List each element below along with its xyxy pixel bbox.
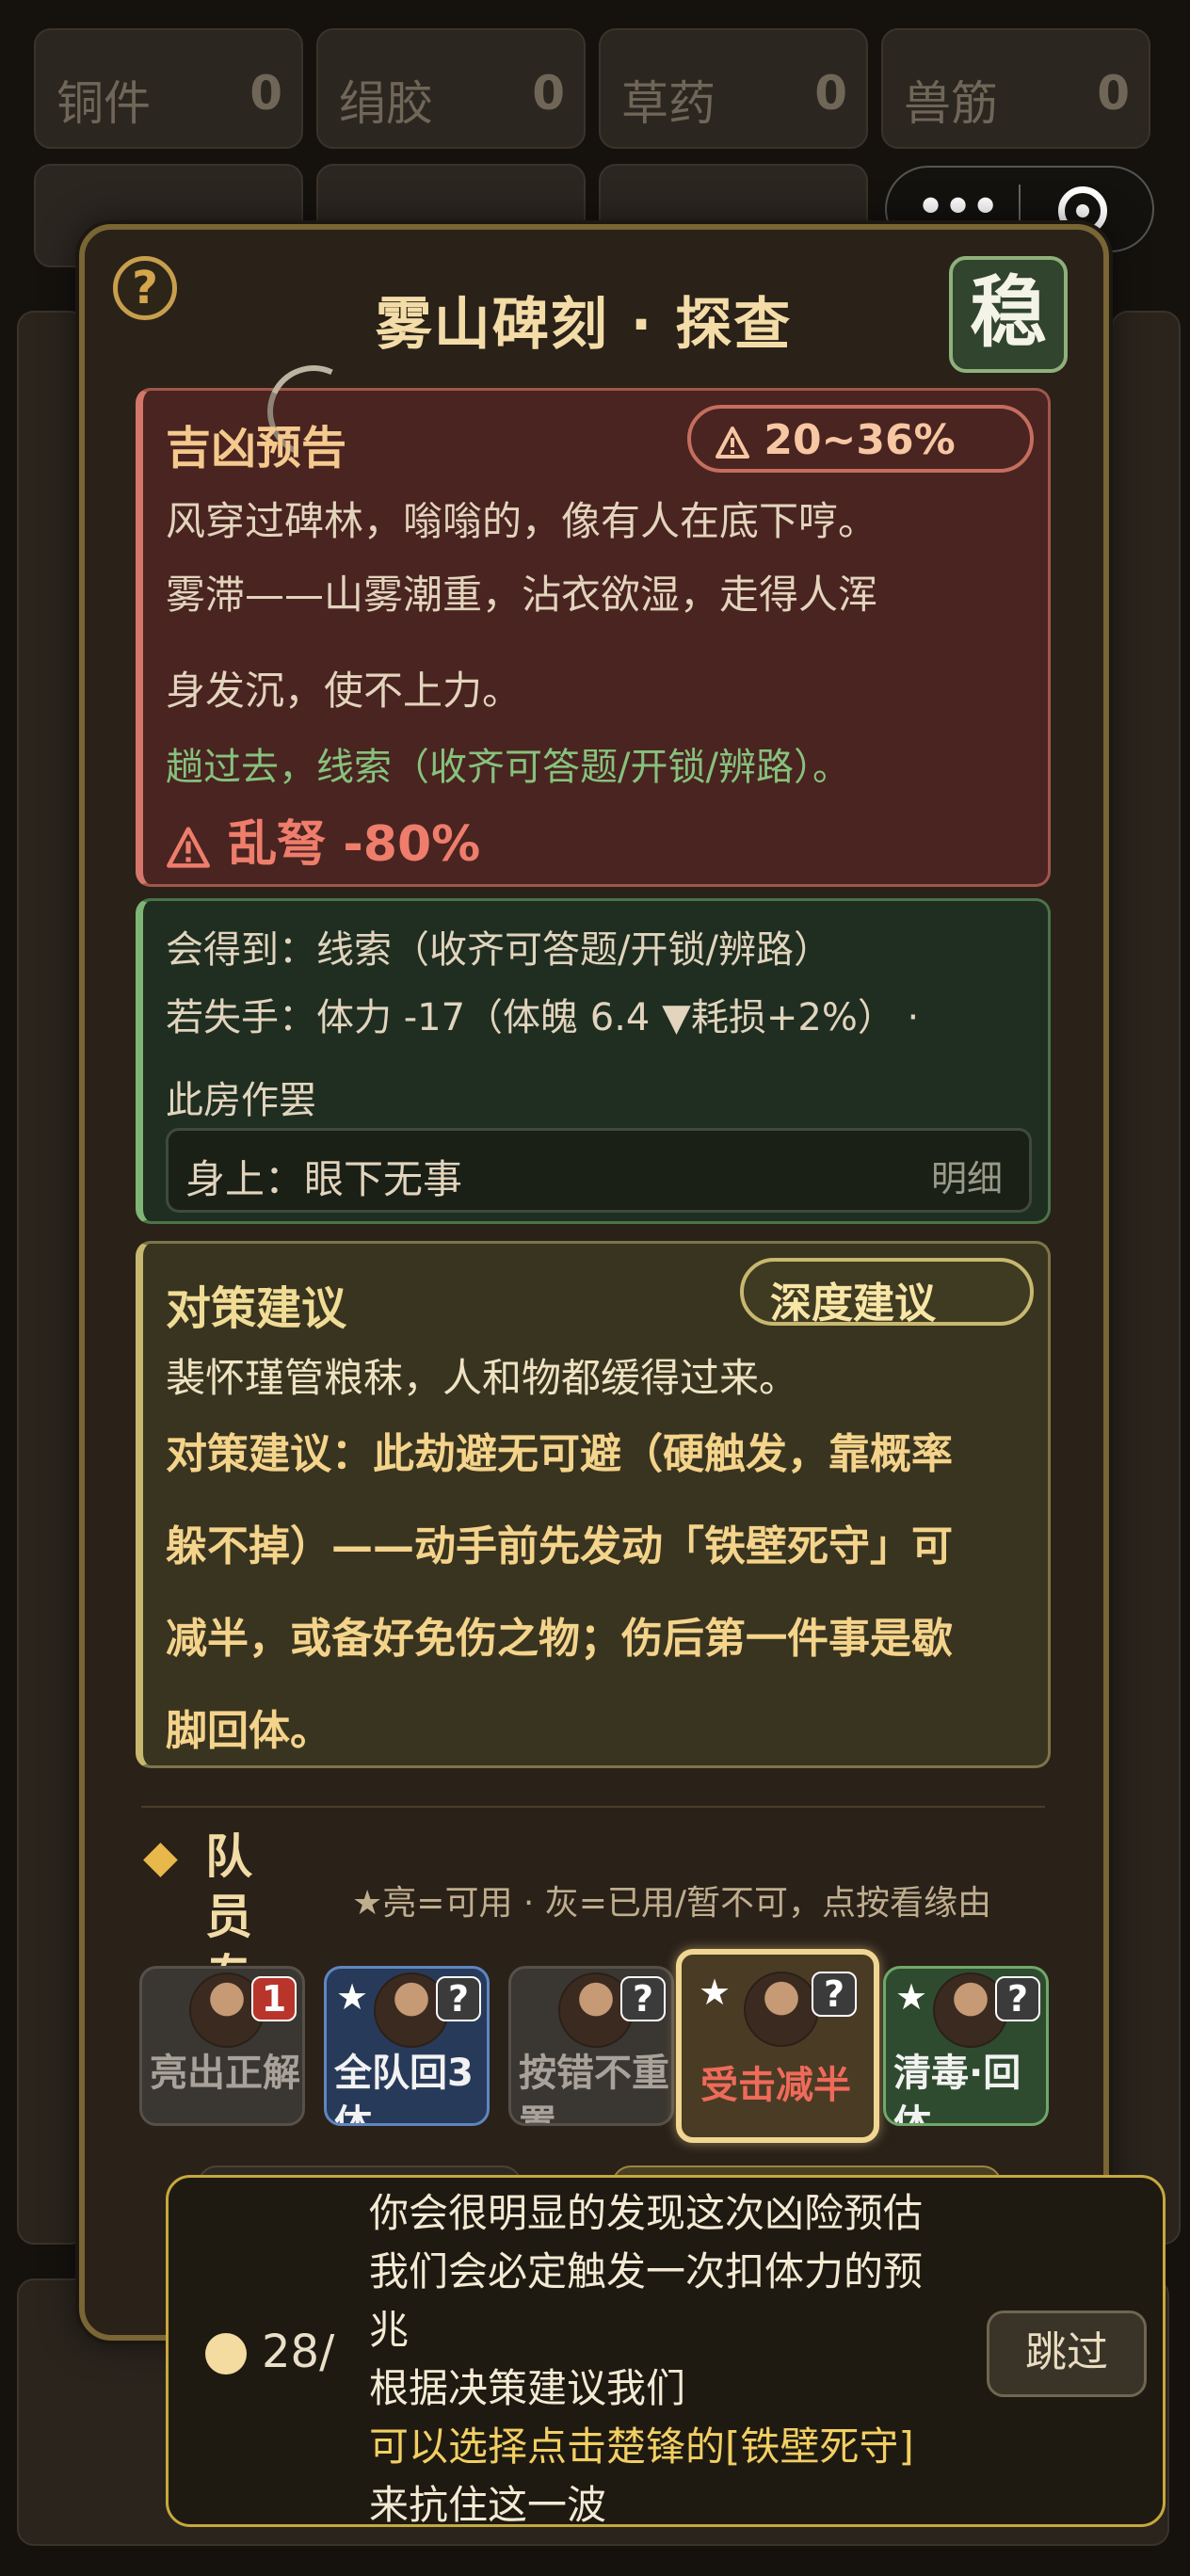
omen-heading: 吉凶预告 [166, 422, 347, 475]
resource-value: 0 [532, 66, 565, 121]
advice-bold-line: 减半，或备好免伤之物；伤后第一件事是歇 [166, 1615, 953, 1663]
star-icon: ★ [895, 1976, 928, 2018]
skill-help-badge: ? [436, 1976, 481, 2021]
resource-value: 0 [1097, 66, 1130, 121]
status-text: 身上：眼下无事 [185, 1156, 463, 1202]
skill-card-heal-team[interactable]: ★ ? 全队回3体 [324, 1966, 490, 2126]
skill-card-no-reset[interactable]: ? 按错不重置 [508, 1966, 674, 2126]
skill-card-detox[interactable]: ★ ? 清毒·回体 [883, 1966, 1049, 2126]
status-row[interactable]: 身上：眼下无事 明细 [166, 1128, 1032, 1213]
skip-button[interactable]: 跳过 [987, 2310, 1147, 2397]
skill-help-badge: ? [620, 1976, 666, 2021]
resource-value: 0 [249, 66, 282, 121]
advice-bold-line: 脚回体。 [166, 1707, 331, 1755]
risk-range: 20~36% [764, 416, 956, 464]
star-icon: ★ [336, 1976, 369, 2018]
deep-advice-label: 深度建议 [770, 1280, 936, 1328]
omen-line: 雾滞——山雾潮重，沾衣欲湿，走得人浑 [166, 572, 878, 618]
skill-card-reveal[interactable]: 1 亮出正解 [139, 1966, 305, 2126]
tutorial-highlight: 可以选择点击楚锋的[铁壁死守] [369, 2423, 914, 2470]
tutorial-counter: 28/ [262, 2326, 335, 2378]
tutorial-line: 你会很明显的发现这次凶险预估 [369, 2190, 924, 2236]
advice-bold-line: 躲不掉）——动手前先发动「铁壁死守」可 [166, 1522, 953, 1570]
background-panel-left [17, 311, 87, 2245]
tutorial-line: 来抗住这一波 [369, 2482, 607, 2528]
advice-heading: 对策建议 [166, 1282, 347, 1335]
omen-line: 风穿过碑林，嗡嗡的，像有人在底下哼。 [166, 498, 878, 544]
diamond-icon: ◆ [143, 1830, 178, 1883]
skill-label: 全队回3体 [334, 2052, 474, 2126]
skill-label: 受击减半 [700, 2064, 851, 2107]
warning-icon [716, 427, 749, 459]
help-icon[interactable]: ? [113, 256, 177, 320]
risk-pill-text: 20~36% [716, 416, 956, 464]
section-divider [141, 1806, 1045, 1808]
omen-outcome: 趟过去，线索（收齐可答题/开锁/辨路）。 [166, 746, 850, 789]
tutorial-line: 兆 [369, 2307, 410, 2353]
skill-help-badge: ? [995, 1976, 1040, 2021]
skill-label: 亮出正解 [150, 2052, 300, 2095]
modal-title: 雾山碑刻 · 探查 [375, 292, 793, 358]
resource-name: 兽筋 [904, 76, 998, 131]
advice-line: 裴怀瑾管粮秣，人和物都缓得过来。 [166, 1355, 799, 1401]
resource-juanjiao: 绢胶 0 [316, 28, 586, 149]
fail-line-2: 此房作罢 [166, 1079, 316, 1122]
resource-tongjian: 铜件 0 [34, 28, 303, 149]
omen-line: 身发沉，使不上力。 [166, 668, 523, 714]
skill-help-badge: ? [812, 1972, 857, 2017]
resource-caoyao: 草药 0 [599, 28, 868, 149]
guide-dot-icon [205, 2333, 247, 2375]
resource-shoujin: 兽筋 0 [881, 28, 1150, 149]
tutorial-line: 我们会必定触发一次扣体力的预 [369, 2248, 924, 2294]
avatar [744, 1972, 819, 2047]
skill-card-halve-damage[interactable]: ★ ? 受击减半 [676, 1949, 879, 2143]
resource-name: 绢胶 [339, 76, 433, 131]
resource-value: 0 [814, 66, 847, 121]
advice-bold-line: 对策建议：此劫避无可避（硬触发，靠概率 [166, 1430, 953, 1478]
stance-badge[interactable]: 稳 [949, 256, 1068, 373]
risk-pill[interactable]: 20~36% [687, 405, 1034, 473]
star-icon: ★ [699, 1972, 732, 2013]
resource-name: 草药 [621, 76, 716, 131]
gain-line: 会得到：线索（收齐可答题/开锁/辨路） [166, 928, 831, 972]
skill-count-badge: 1 [251, 1976, 297, 2021]
skill-label: 按错不重置 [519, 2052, 669, 2126]
deep-advice-button[interactable]: 深度建议 [740, 1258, 1034, 1328]
background-panel-right [1111, 311, 1181, 2245]
tutorial-text: 你会很明显的发现这次凶险预估 我们会必定触发一次扣体力的预 兆 根据决策建议我们… [369, 2184, 972, 2535]
fail-line: 若失手：体力 -17（体魄 6.4 ▼耗损+2%） · [166, 996, 920, 1039]
danger-text: 乱弩 -80% [228, 816, 481, 873]
resource-name: 铜件 [56, 76, 151, 131]
danger-line: 乱弩 -80% [166, 804, 480, 875]
detail-link[interactable]: 明细 [931, 1150, 1003, 1201]
team-hint: ★亮=可用 · 灰=已用/暂不可，点按看缘由 [352, 1884, 992, 1923]
skill-label: 清毒·回体 [893, 2052, 1021, 2126]
tutorial-line: 根据决策建议我们 [369, 2365, 686, 2411]
danger-warning-icon [167, 827, 210, 868]
